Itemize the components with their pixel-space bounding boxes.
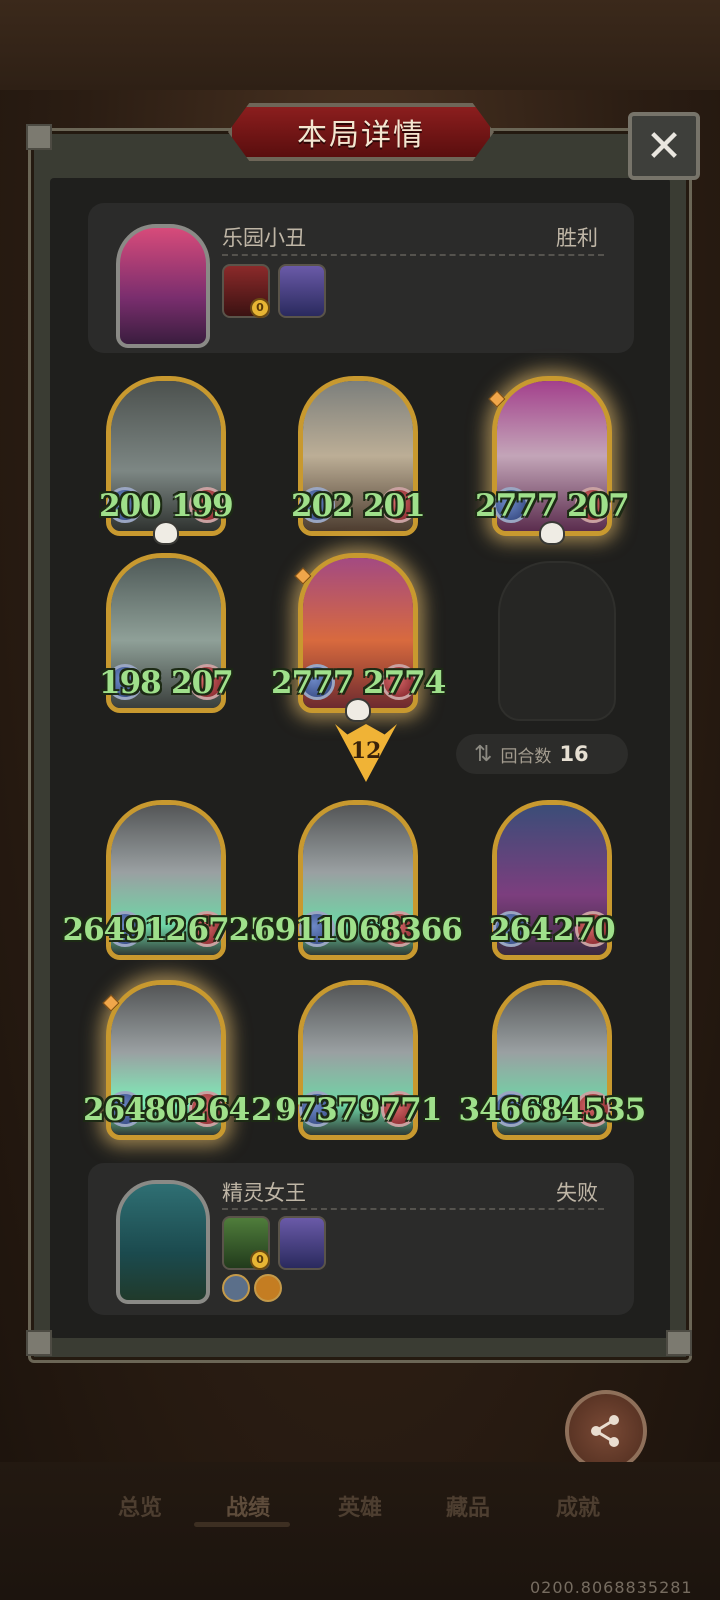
close-button[interactable]: ✕ <box>628 112 700 180</box>
minion-health: 535 <box>583 1092 647 1128</box>
quest-reward-card-icon[interactable] <box>278 264 326 318</box>
minion-health: 199 <box>171 488 234 524</box>
coin-cost-icon: 0 <box>250 298 270 318</box>
minion-attack: 264 <box>489 912 552 948</box>
minion-attack: 9737 <box>275 1092 358 1128</box>
share-button[interactable] <box>565 1390 647 1472</box>
minion-health: 270 <box>553 912 616 948</box>
tab-collection[interactable]: 藏品 <box>446 1490 490 1522</box>
divider <box>222 1208 604 1210</box>
minion-attack: 264912 <box>62 912 187 948</box>
round-value: 16 <box>559 742 589 766</box>
tab-overview[interactable]: 总览 <box>118 1490 162 1522</box>
skull-icon <box>539 521 565 545</box>
minion-attack: 264802 <box>83 1092 207 1128</box>
minion-attack: 198 <box>99 665 162 701</box>
minion-attack: 200 <box>99 488 162 524</box>
title-plate: 本局详情 <box>228 103 494 161</box>
top-player-name: 乐园小丑 <box>222 226 306 250</box>
panel-corner-bolt <box>26 124 52 150</box>
bottom-player-result: 失败 <box>556 1181 598 1205</box>
page-title: 本局详情 <box>297 118 425 153</box>
minion-attack: 69110 <box>254 912 358 948</box>
coin-cost-icon: 0 <box>250 1250 270 1270</box>
round-count-badge: ⇅ 回合数 16 <box>456 734 628 774</box>
clown-hero-avatar[interactable] <box>116 224 210 348</box>
tab-heroes[interactable]: 英雄 <box>338 1490 382 1522</box>
refresh-icon: ⇅ <box>474 741 493 767</box>
minion-attack: 2777 <box>271 665 354 701</box>
top-player-result: 胜利 <box>556 226 598 250</box>
gold-buff-icon[interactable] <box>254 1274 282 1302</box>
empty-minion-slot <box>498 561 616 721</box>
skull-icon <box>345 698 371 722</box>
skull-icon <box>153 521 179 545</box>
bottom-player-name: 精灵女王 <box>222 1181 306 1205</box>
share-icon <box>591 1415 619 1447</box>
panel-corner-bolt <box>26 1330 52 1356</box>
panel-corner-bolt <box>666 1330 692 1356</box>
minion-health: 2774 <box>363 665 446 701</box>
round-label: 回合数 <box>500 746 552 767</box>
minion-health: 68366 <box>359 912 463 948</box>
minion-attack: 2777 <box>475 488 558 524</box>
sword-buff-icon[interactable] <box>222 1274 250 1302</box>
version-text: 0200.8068835281 <box>530 1578 693 1597</box>
minion-health: 64 <box>208 1092 250 1128</box>
minion-health: 201 <box>363 488 426 524</box>
tab-achievements[interactable]: 成就 <box>556 1490 600 1522</box>
divider <box>222 254 604 256</box>
quest-reward-card-icon[interactable] <box>278 1216 326 1270</box>
active-tab-underline <box>194 1522 290 1527</box>
minion-health: 9771 <box>359 1092 442 1128</box>
minion-health: 207 <box>567 488 630 524</box>
minion-health: 207 <box>171 665 234 701</box>
tier-marker: 12 <box>350 738 382 764</box>
elf-queen-hero-avatar[interactable] <box>116 1180 210 1304</box>
close-icon: ✕ <box>645 120 683 172</box>
tab-records[interactable]: 战绩 <box>226 1490 270 1522</box>
minion-attack: 202 <box>291 488 354 524</box>
minion-attack: 346684 <box>458 1092 583 1128</box>
top-wood-beam <box>0 0 720 90</box>
